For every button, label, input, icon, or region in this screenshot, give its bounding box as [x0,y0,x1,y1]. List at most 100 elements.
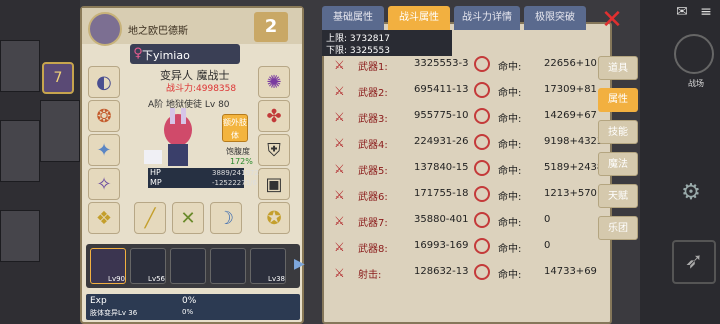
target-icon [474,134,490,150]
target-icon [474,160,490,176]
bow-slot-icon[interactable]: ☽ [210,202,242,234]
attribute-row: ⚔ 武器5: 137840-15 命中: 5189+2438 [330,158,604,180]
tab-basic-attributes[interactable]: 基础属性 [322,6,384,30]
target-icon [474,186,490,202]
weapon-name: 武器5: [358,166,388,177]
target-icon [474,82,490,98]
hit-label: 命中: [498,140,522,151]
player-name: 下yimiao [142,49,190,62]
mask-slot-icon[interactable]: ✤ [258,100,290,132]
floor-tile [0,120,40,182]
shield-slot-icon[interactable]: ⛨ [258,134,290,166]
accessory-slot-icon[interactable]: ✪ [258,202,290,234]
hit-value: 0 [544,214,551,225]
helmet-slot-icon[interactable]: ◐ [88,66,120,98]
attribute-row: ⚔ 武器8: 16993-169 命中: 0 [330,236,604,258]
target-icon [474,212,490,228]
damage-value: 224931-26 [414,136,469,147]
sword-icon: ⚔ [334,266,345,280]
menu-icon[interactable]: ≡ [696,4,716,24]
tab-combat-attributes[interactable]: 战斗属性 [388,6,450,30]
bow-icon[interactable]: ➶ [672,240,716,284]
hit-label: 命中: [498,88,522,99]
damage-value: 35880-401 [414,214,469,225]
character-portrait [134,104,220,172]
side-tab-talent[interactable]: 天赋 [598,184,638,208]
wing-slot-icon[interactable]: ✦ [88,134,120,166]
ring-slot-icon[interactable]: ❖ [88,202,120,234]
pet-slot-icon[interactable]: ✺ [258,66,290,98]
attribute-row: ⚔ 武器2: 695411-13 命中: 17309+81 [330,80,604,102]
damage-value: 955775-10 [414,110,469,121]
damage-value: 171755-18 [414,188,469,199]
exp-label: Exp [90,296,107,306]
hit-label: 命中: [498,62,522,73]
damage-value: 128632-13 [414,266,469,277]
hit-label: 命中: [498,114,522,125]
tab-power-details[interactable]: 战斗力详情 [454,6,520,30]
sword-slot-icon[interactable]: ✕ [172,202,204,234]
hit-value: 17309+81 [544,84,597,95]
tab-limit-break[interactable]: 极限突破 [524,6,586,30]
damage-limit-tooltip: 上限: 3732817 下限: 3325553 [322,30,452,56]
character-card-2[interactable]: Lv56 [130,248,166,284]
character-level: Lv38 [268,275,285,283]
close-icon[interactable]: ✕ [598,6,626,34]
side-tab-items[interactable]: 道具 [598,56,638,80]
hp-value: 3889/241972 [212,169,259,177]
next-arrow-icon[interactable]: ▶ [294,256,305,272]
character-sprite-icon [144,108,192,166]
armor-slot-icon[interactable]: ❂ [88,100,120,132]
attribute-row: ⚔ 武器6: 171755-18 命中: 1213+570 [330,184,604,206]
floor-tile [0,210,40,262]
satiety-label: 饱腹度 [226,147,250,156]
character-card-4[interactable] [210,248,246,284]
attribute-row: ⚔ 武器1: 3325553-3 命中: 22656+10 [330,54,604,76]
exp-value: 0% [182,296,197,306]
exp-bar: Exp 0% 肢体变异Lv 36 0% [86,294,300,320]
side-tab-band[interactable]: 乐团 [598,216,638,240]
target-icon [474,264,490,280]
weapon-name: 武器4: [358,140,388,151]
hit-label: 命中: [498,218,522,229]
limb-value: 0% [182,308,194,316]
floor-tile [40,100,80,162]
character-card-3[interactable] [170,248,206,284]
armor-piece-slot-icon[interactable]: ▣ [258,168,290,200]
battle-map-icon[interactable] [674,34,714,74]
character-card-1[interactable]: Lv90 [90,248,126,284]
side-tab-skills[interactable]: 技能 [598,120,638,144]
damage-value: 16993-169 [414,240,469,251]
hit-label: 命中: [498,166,522,177]
weapon-name: 武器8: [358,244,388,255]
guild-badge-icon [88,12,122,46]
hit-label: 命中: [498,270,522,281]
side-tab-attributes[interactable]: 属性 [598,88,638,112]
battle-label: 战场 [688,79,704,88]
hit-value: 9198+4323 [544,136,604,147]
extra-limb-button[interactable]: 额外肢体 [222,114,248,142]
weapon-slot-icon[interactable]: ╱ [134,202,166,234]
gear-icon[interactable]: ⚙ [676,180,706,210]
damage-value: 3325553-3 [414,58,469,69]
cloak-slot-icon[interactable]: ✧ [88,168,120,200]
weapon-name: 武器2: [358,88,388,99]
rank-badge-icon[interactable]: 2 [254,12,288,42]
hit-value: 5189+2438 [544,162,604,173]
character-panel: 地之欧巴德斯 2 ♀ 下yimiao 变异人 魔战士 战斗力:4998358 A… [80,6,305,324]
sword-icon: ⚔ [334,214,345,228]
guild-name: 地之欧巴德斯 [128,26,188,37]
chat-icon[interactable]: ✉ [672,4,692,24]
sword-icon: ⚔ [334,84,345,98]
damage-value: 695411-13 [414,84,469,95]
side-tab-magic[interactable]: 魔法 [598,152,638,176]
hit-label: 命中: [498,244,522,255]
weapon-name: 武器6: [358,192,388,203]
hit-value: 14269+67 [544,110,597,121]
character-card-5[interactable]: Lv38 [250,248,286,284]
hit-value: 22656+10 [544,58,597,69]
attribute-row: ⚔ 武器3: 955775-10 命中: 14269+67 [330,106,604,128]
level-badge-icon[interactable]: 7 [42,62,74,94]
hit-value: 1213+570 [544,188,597,199]
sword-icon: ⚔ [334,162,345,176]
